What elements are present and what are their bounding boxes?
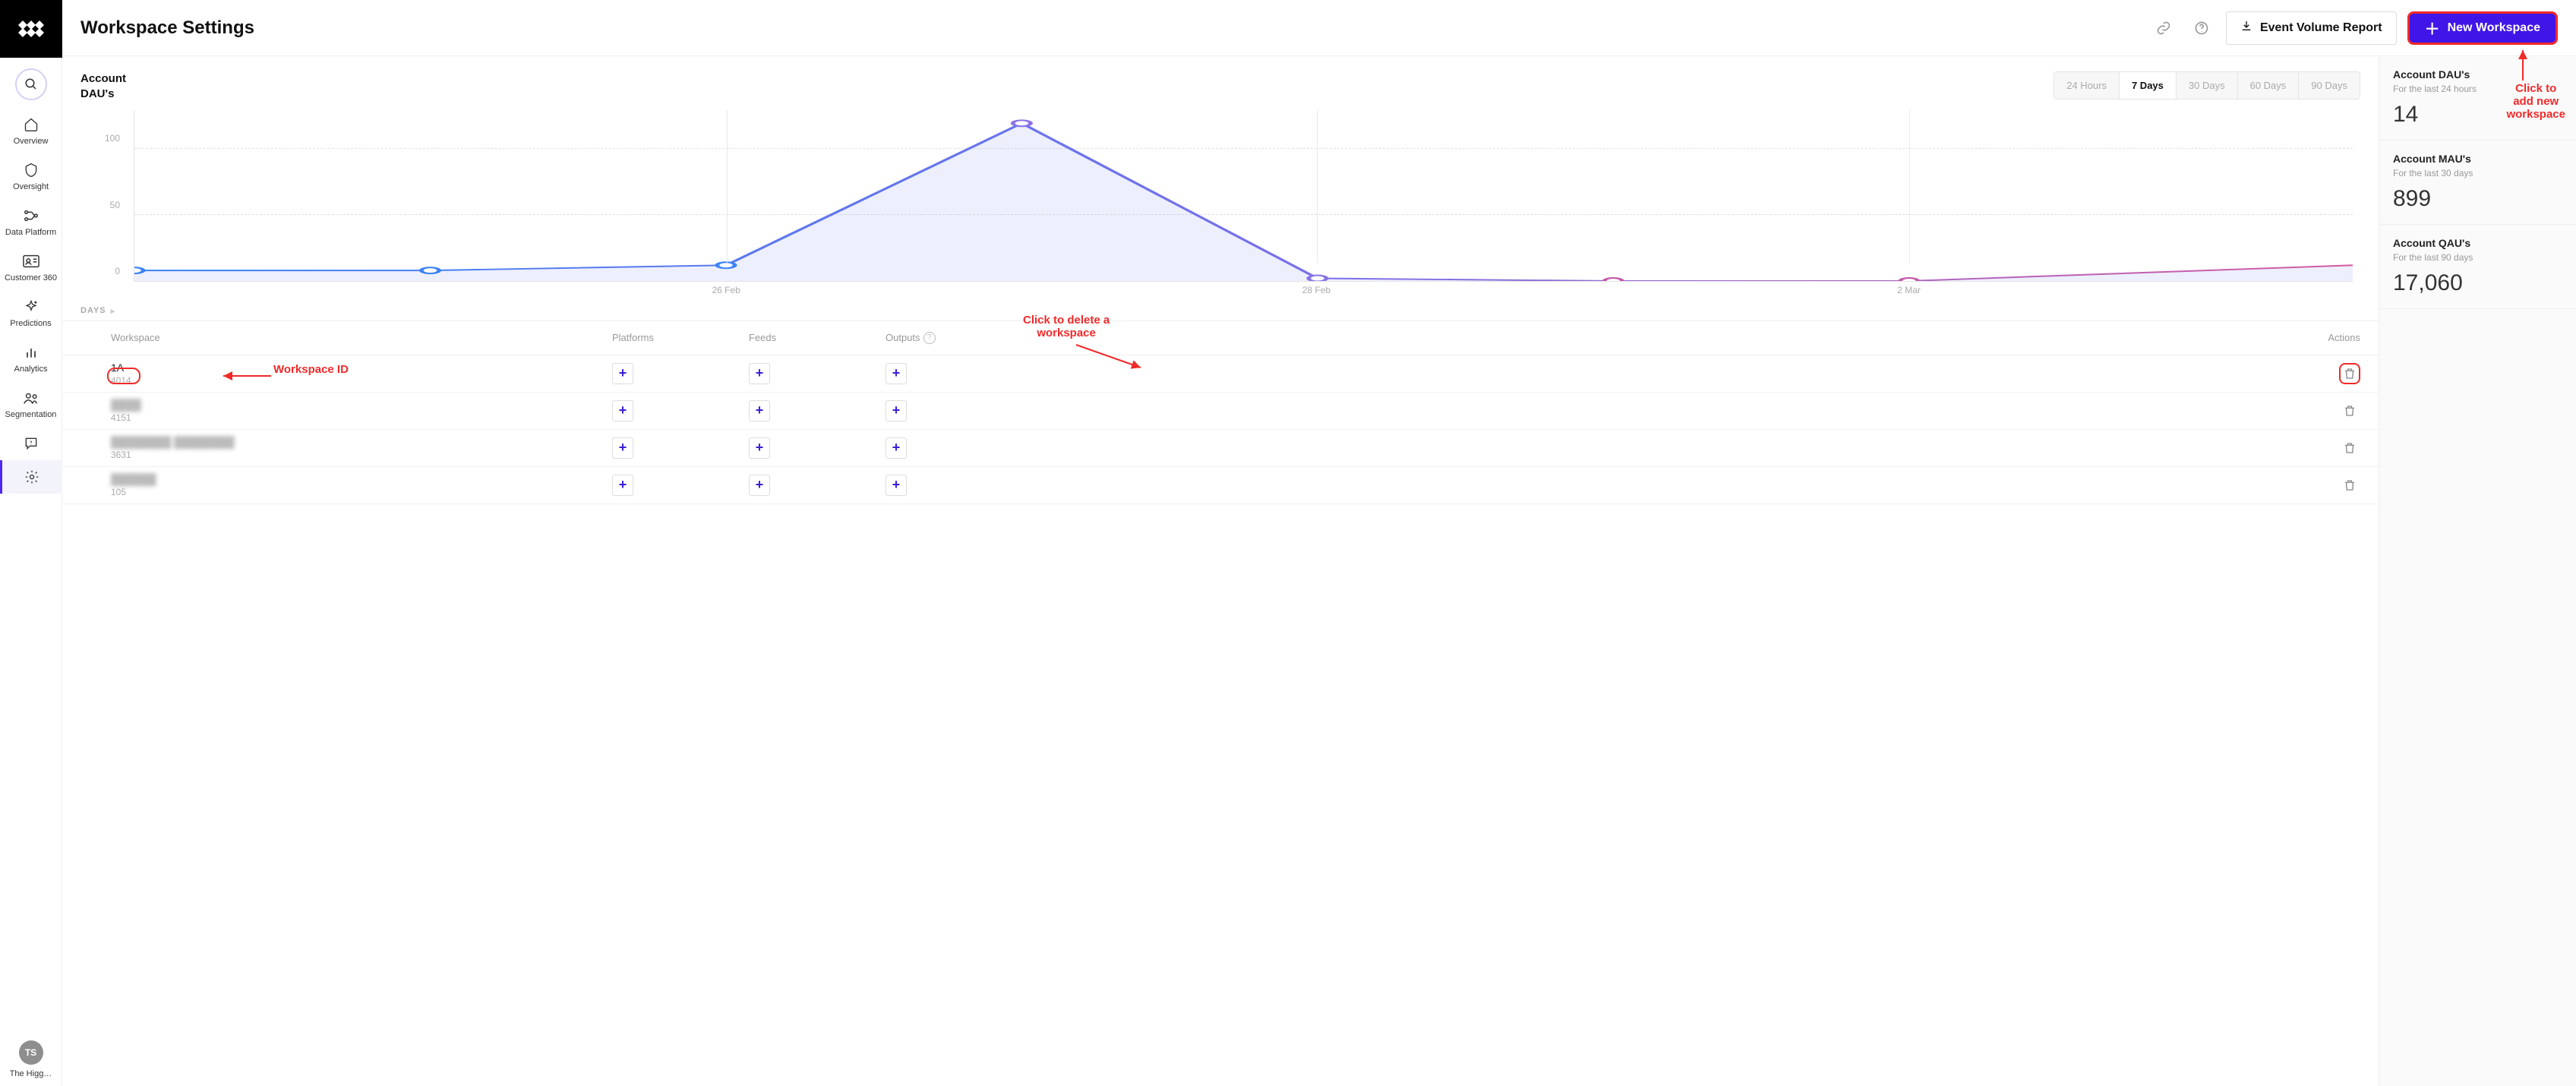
col-outputs: Outputs? — [886, 332, 1022, 344]
help-icon[interactable]: ? — [923, 332, 936, 344]
workspace-name: ████████ ████████ — [111, 436, 612, 448]
workspace-id: 4014 — [111, 375, 612, 386]
workspace-id: 3631 — [111, 450, 612, 460]
left-rail: Overview Oversight Data Platform Custome… — [0, 0, 62, 1086]
stat-mau: Account MAU's For the last 30 days 899 — [2379, 140, 2576, 225]
workspace-name: ████ — [111, 399, 612, 411]
nav-customer-360[interactable]: Customer 360 — [0, 245, 62, 290]
chart-title: Account DAU's — [80, 71, 126, 103]
chart-panel: Account DAU's 24 Hours 7 Days 30 Days 60… — [62, 56, 2379, 321]
add-feeds-button[interactable]: + — [749, 437, 770, 459]
nav-segmentation[interactable]: Segmentation — [0, 381, 62, 427]
add-platforms-button[interactable]: + — [612, 363, 633, 384]
user-avatar[interactable]: TS — [19, 1040, 43, 1065]
page-title: Workspace Settings — [80, 17, 254, 39]
nav-analytics[interactable]: Analytics — [0, 336, 62, 381]
add-feeds-button[interactable]: + — [749, 475, 770, 496]
table-row[interactable]: ██████105+++ — [62, 467, 2379, 504]
range-tab-90d[interactable]: 90 Days — [2298, 72, 2360, 99]
add-feeds-button[interactable]: + — [749, 363, 770, 384]
link-icon-button[interactable] — [2150, 14, 2177, 42]
gear-icon — [24, 468, 39, 486]
table-row[interactable]: ████4151+++ — [62, 393, 2379, 430]
nav-predictions[interactable]: Predictions — [0, 290, 62, 336]
user-name: The Higg… — [10, 1069, 52, 1078]
brand-logo[interactable] — [0, 0, 62, 58]
table-row[interactable]: 1A4014+++ — [62, 355, 2379, 393]
stats-sidebar: Account DAU's For the last 24 hours 14 A… — [2379, 56, 2576, 1086]
range-tab-24h[interactable]: 24 Hours — [2054, 72, 2119, 99]
col-workspace: Workspace — [80, 332, 612, 344]
people-icon — [23, 389, 39, 407]
workspace-id: 4151 — [111, 412, 612, 423]
help-icon-button[interactable] — [2188, 14, 2215, 42]
delete-workspace-button[interactable] — [2339, 437, 2360, 459]
idcard-icon — [23, 252, 39, 270]
chart-axis-label: DAYS ▸ — [80, 306, 2360, 316]
nav-data-platform[interactable]: Data Platform — [0, 199, 62, 245]
workspace-name: ██████ — [111, 473, 612, 485]
search-button[interactable] — [15, 68, 47, 100]
new-workspace-button[interactable]: ＋ New Workspace — [2407, 11, 2558, 45]
nodes-icon — [23, 207, 39, 225]
download-icon — [2240, 20, 2252, 36]
range-tab-60d[interactable]: 60 Days — [2237, 72, 2299, 99]
stat-dau: Account DAU's For the last 24 hours 14 — [2379, 56, 2576, 140]
delete-workspace-button[interactable] — [2339, 400, 2360, 421]
nav-settings[interactable] — [0, 460, 62, 494]
shield-icon — [24, 161, 39, 179]
nav-overview[interactable]: Overview — [0, 108, 62, 153]
nav-feedback[interactable] — [0, 427, 62, 460]
add-outputs-button[interactable]: + — [886, 363, 907, 384]
table-row[interactable]: ████████ ████████3631+++ — [62, 430, 2379, 467]
workspace-name: 1A — [111, 361, 612, 374]
workspace-table: Workspace Platforms Feeds Outputs? Actio… — [62, 321, 2379, 1086]
col-platforms: Platforms — [612, 332, 749, 344]
delete-workspace-button[interactable] — [2339, 363, 2360, 384]
top-bar: Workspace Settings Event Volume Report ＋… — [62, 0, 2576, 56]
col-feeds: Feeds — [749, 332, 886, 344]
add-platforms-button[interactable]: + — [612, 400, 633, 421]
add-platforms-button[interactable]: + — [612, 437, 633, 459]
add-outputs-button[interactable]: + — [886, 475, 907, 496]
add-feeds-button[interactable]: + — [749, 400, 770, 421]
add-outputs-button[interactable]: + — [886, 400, 907, 421]
sparkle-icon — [24, 298, 39, 316]
nav-oversight[interactable]: Oversight — [0, 153, 62, 199]
delete-workspace-button[interactable] — [2339, 475, 2360, 496]
home-icon — [24, 115, 39, 134]
add-outputs-button[interactable]: + — [886, 437, 907, 459]
add-platforms-button[interactable]: + — [612, 475, 633, 496]
range-tab-30d[interactable]: 30 Days — [2176, 72, 2237, 99]
stat-qau: Account QAU's For the last 90 days 17,06… — [2379, 225, 2576, 309]
range-tab-7d[interactable]: 7 Days — [2119, 72, 2176, 99]
event-volume-report-button[interactable]: Event Volume Report — [2226, 11, 2397, 45]
plus-icon: ＋ — [2425, 17, 2440, 39]
chat-icon — [24, 434, 39, 453]
chevron-right-icon: ▸ — [111, 306, 116, 316]
chart-body: 0 50 100 26 Feb28 Feb2 Mar — [80, 110, 2360, 300]
bars-icon — [24, 343, 39, 361]
workspace-id: 105 — [111, 487, 612, 497]
range-tabs: 24 Hours 7 Days 30 Days 60 Days 90 Days — [2054, 71, 2360, 99]
col-actions: Actions — [2284, 332, 2360, 344]
